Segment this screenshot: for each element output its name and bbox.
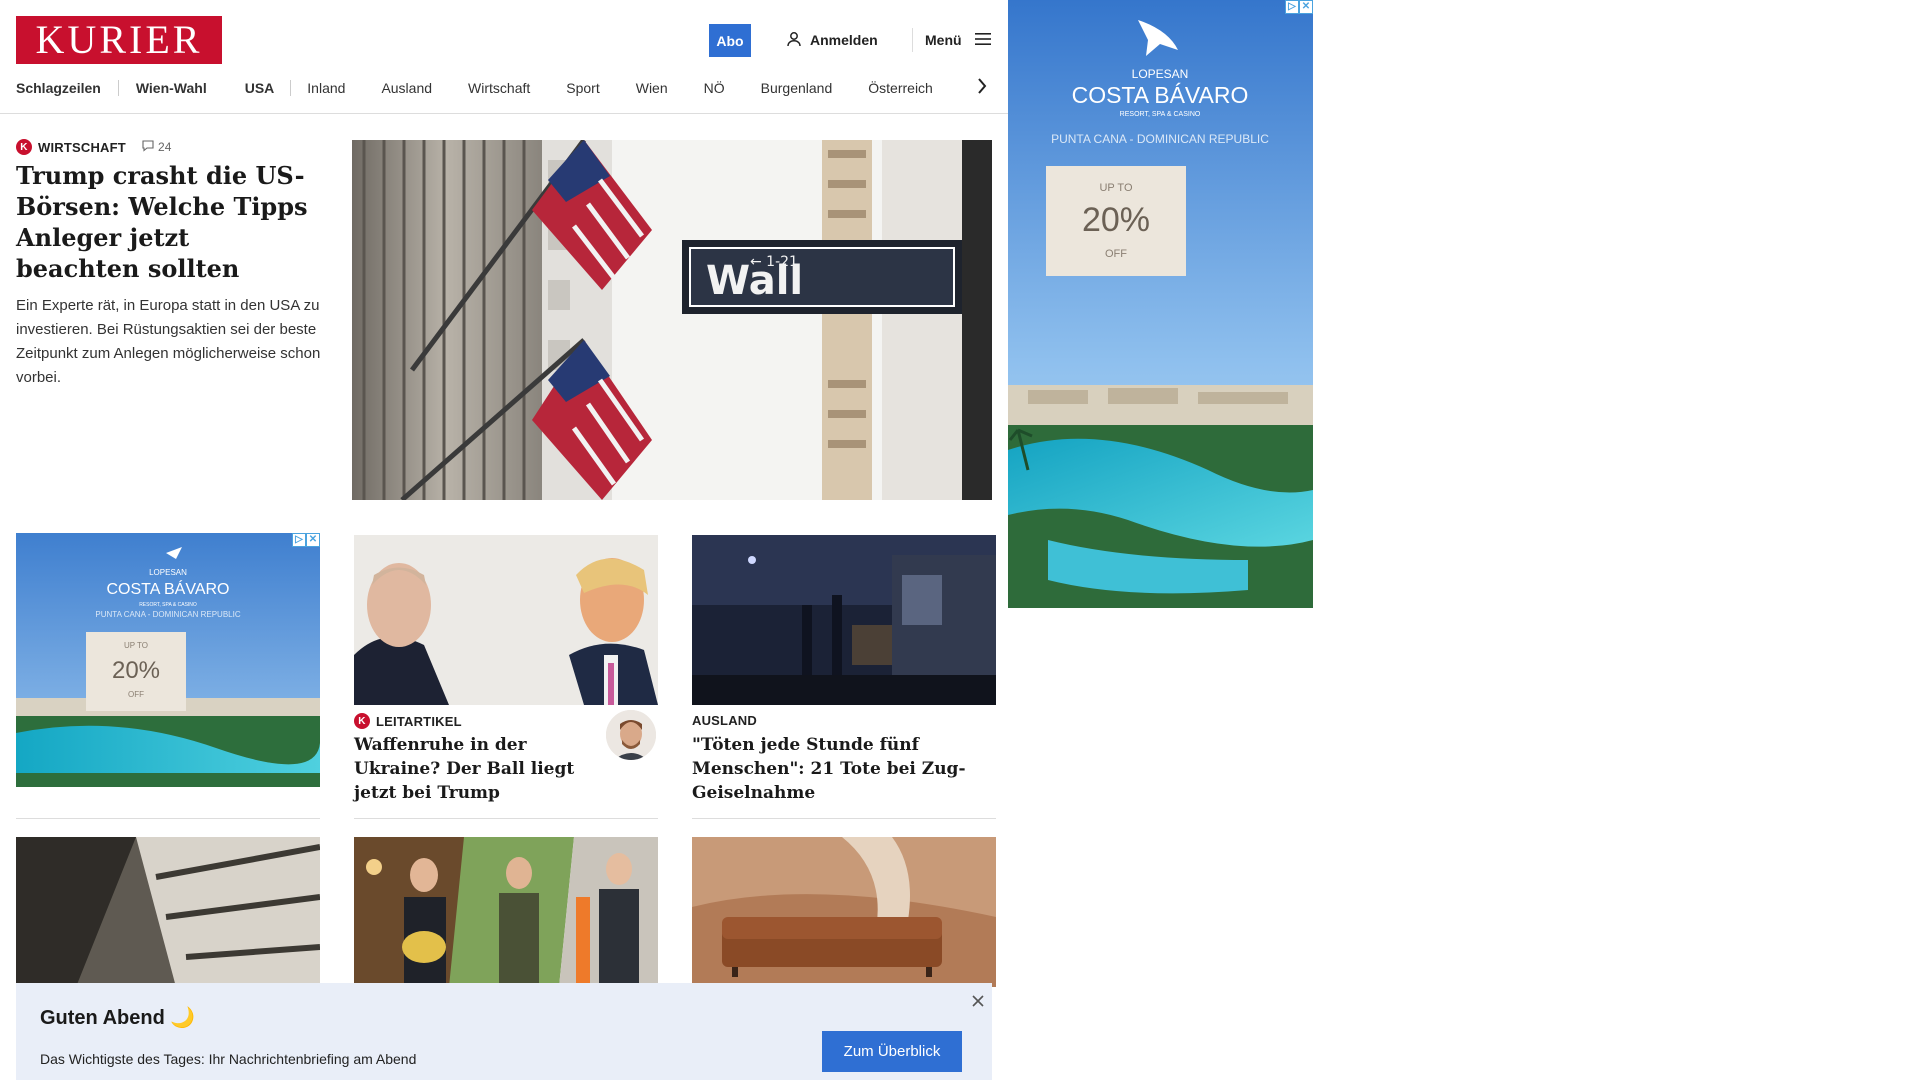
ad-info-icon[interactable]: ▷: [1285, 0, 1299, 14]
ad-costa-bavaro-small[interactable]: LOPESAN COSTA BÁVARO RESORT, SPA & CASIN…: [16, 533, 320, 787]
kurier-page: KURIER Abo Anmelden Menü Schlagzeilen Wi…: [0, 0, 1008, 1080]
user-icon: [786, 31, 802, 50]
wall-sign-small-text: ← 1-21: [750, 254, 798, 270]
card-headline-waffenruhe[interactable]: Waffenruhe in der Ukraine? Der Ball lieg…: [354, 733, 584, 805]
comment-icon: [142, 139, 154, 155]
close-icon: [971, 994, 985, 1013]
banner-close-button[interactable]: [966, 991, 990, 1015]
card-image-sofa-ad[interactable]: [692, 837, 996, 987]
ad-tagline: RESORT, SPA & CASINO: [1120, 111, 1201, 118]
lead-kicker[interactable]: K WIRTSCHAFT 24: [16, 139, 172, 155]
ad-off: OFF: [1105, 248, 1127, 260]
nav-item-ausland[interactable]: Ausland: [381, 80, 432, 96]
nav-item-oesterreich[interactable]: Österreich: [868, 80, 933, 96]
card-divider: [692, 818, 996, 819]
banner-title: Guten Abend 🌙: [40, 1007, 196, 1029]
header-divider-line: [0, 113, 1008, 114]
evening-briefing-banner: Guten Abend 🌙 Das Wichtigste des Tages: …: [16, 983, 992, 1080]
ad-up-to: UP TO: [1099, 182, 1132, 194]
card-image-stairwell[interactable]: [16, 837, 320, 987]
nav-item-usa[interactable]: USA: [245, 80, 275, 96]
logo-text: KURIER: [35, 17, 203, 62]
ad-info-icon[interactable]: ▷: [292, 533, 306, 547]
comment-count[interactable]: 24: [142, 139, 172, 155]
nav-divider: [117, 80, 119, 96]
card-divider: [354, 818, 658, 819]
ad-location: PUNTA CANA - DOMINICAN REPUBLIC: [95, 610, 240, 619]
ad-tagline: RESORT, SPA & CASINO: [139, 602, 197, 608]
card-divider: [16, 818, 320, 819]
card-image-putin-trump[interactable]: [354, 535, 658, 705]
nav-item-inland[interactable]: Inland: [307, 80, 345, 96]
lead-kicker-label: WIRTSCHAFT: [38, 139, 126, 155]
banner-overview-button[interactable]: Zum Überblick: [822, 1031, 962, 1072]
nav-item-burgenland[interactable]: Burgenland: [761, 80, 833, 96]
ad-close-icon[interactable]: ✕: [1299, 0, 1313, 14]
section-nav: Schlagzeilen Wien-Wahl USA Inland Auslan…: [16, 78, 933, 98]
ad-choices[interactable]: ▷ ✕: [1285, 0, 1313, 14]
header-divider: [912, 28, 913, 52]
login-button[interactable]: Anmelden: [786, 30, 878, 50]
menu-button[interactable]: Menü: [925, 30, 992, 50]
ad-close-icon[interactable]: ✕: [306, 533, 320, 547]
nav-divider: [290, 80, 292, 96]
nav-item-wien[interactable]: Wien: [636, 80, 668, 96]
ad-brand: COSTA BÁVARO: [107, 579, 230, 598]
kurier-logo[interactable]: KURIER: [16, 16, 222, 64]
chevron-right-icon: [977, 77, 987, 99]
lead-image-wall-street[interactable]: Wall ← 1-21: [352, 140, 992, 500]
abo-button[interactable]: Abo: [709, 24, 751, 57]
ad-location: PUNTA CANA - DOMINICAN REPUBLIC: [1051, 132, 1269, 146]
kurier-k-icon: K: [354, 713, 370, 729]
ad-up-to: UP TO: [124, 641, 148, 650]
menu-label: Menü: [925, 32, 962, 48]
lead-headline[interactable]: Trump crasht die US-Börsen: Welche Tipps…: [16, 160, 316, 284]
card-kicker-label: LEITARTIKEL: [376, 713, 462, 729]
card-kicker-ausland[interactable]: AUSLAND: [692, 713, 757, 728]
nav-item-wien-wahl[interactable]: Wien-Wahl: [136, 80, 207, 96]
ad-off: OFF: [128, 690, 144, 699]
nav-item-sport[interactable]: Sport: [566, 80, 599, 96]
card-kicker-leitartikel[interactable]: K LEITARTIKEL: [354, 713, 462, 729]
nav-item-noe[interactable]: NÖ: [704, 80, 725, 96]
kurier-k-icon: K: [16, 139, 32, 155]
card-headline-zug-geiselnahme[interactable]: "Töten jede Stunde fünf Menschen": 21 To…: [692, 733, 982, 805]
lead-teaser: Ein Experte rät, in Europa statt in den …: [16, 297, 321, 386]
author-avatar: [606, 710, 656, 760]
ad-brand-small: LOPESAN: [1132, 67, 1189, 81]
ad-percent: 20%: [1082, 201, 1150, 239]
login-label: Anmelden: [810, 32, 878, 48]
nav-item-schlagzeilen[interactable]: Schlagzeilen: [16, 80, 101, 96]
nav-item-wirtschaft[interactable]: Wirtschaft: [468, 80, 530, 96]
banner-text: Das Wichtigste des Tages: Ihr Nachrichte…: [40, 1051, 417, 1067]
card-kicker-label: AUSLAND: [692, 713, 757, 728]
hamburger-icon: [974, 32, 992, 49]
card-image-train-hostage[interactable]: [692, 535, 996, 705]
ad-percent: 20%: [112, 657, 160, 684]
ad-costa-bavaro-skyscraper[interactable]: LOPESAN COSTA BÁVARO RESORT, SPA & CASIN…: [1008, 0, 1313, 608]
nav-next-button[interactable]: [972, 77, 992, 99]
card-image-politicians-collage[interactable]: [354, 837, 658, 987]
ad-brand-small: LOPESAN: [149, 568, 187, 577]
ad-brand: COSTA BÁVARO: [1072, 82, 1249, 108]
comment-count-value: 24: [157, 140, 172, 154]
ad-choices[interactable]: ▷ ✕: [292, 533, 320, 547]
